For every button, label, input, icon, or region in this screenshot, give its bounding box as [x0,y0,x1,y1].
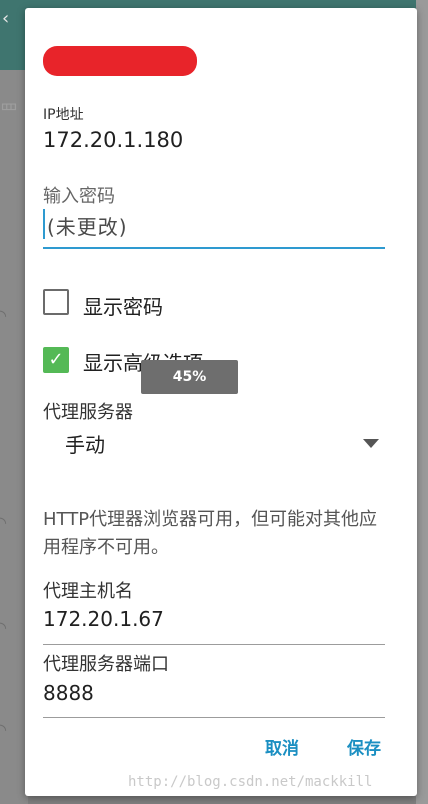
proxy-port-underline [43,717,385,718]
ip-value: 172.20.1.180 [43,128,184,152]
proxy-host-field[interactable]: 172.20.1.67 [43,607,164,631]
background-edge [416,0,428,804]
wifi-icon: ◝ [0,618,7,637]
cancel-button[interactable]: 取消 [265,734,299,759]
redacted-title [43,46,197,76]
proxy-host-underline [43,644,385,645]
proxy-host-label: 代理主机名 [43,581,133,602]
show-password-checkbox[interactable] [43,289,69,315]
background-list [0,70,28,804]
dropdown-arrow-icon[interactable] [363,439,379,448]
password-field[interactable]: (未更改) [47,211,128,240]
proxy-label: 代理服务器 [43,402,133,423]
wifi-icon: ◝ [0,306,7,325]
advanced-options-checkbox[interactable]: ✓ [43,347,69,373]
proxy-port-field[interactable]: 8888 [43,681,94,705]
password-underline [43,247,385,249]
back-arrow-icon: ‹ [2,8,10,29]
watermark: http://blog.csdn.net/mackkill [128,774,373,790]
proxy-port-label: 代理服务器端口 [43,654,169,675]
wifi-icon: ◝ [0,720,7,739]
ip-label: IP地址 [43,107,84,123]
wifi-icon: ◝ [0,513,7,532]
progress-toast: 45% [141,360,238,394]
wifi-config-dialog: IP地址 172.20.1.180 输入密码 (未更改) 显示密码 ✓ 显示高级… [25,8,417,796]
show-password-label[interactable]: 显示密码 [83,291,163,320]
text-cursor [43,209,45,239]
password-label: 输入密码 [43,186,115,207]
background-text: 罒 [0,102,18,123]
proxy-spinner[interactable]: 手动 [65,429,105,458]
save-button[interactable]: 保存 [347,734,381,759]
proxy-note: HTTP代理器浏览器可用，但可能对其他应用程序不可用。 [43,509,378,558]
